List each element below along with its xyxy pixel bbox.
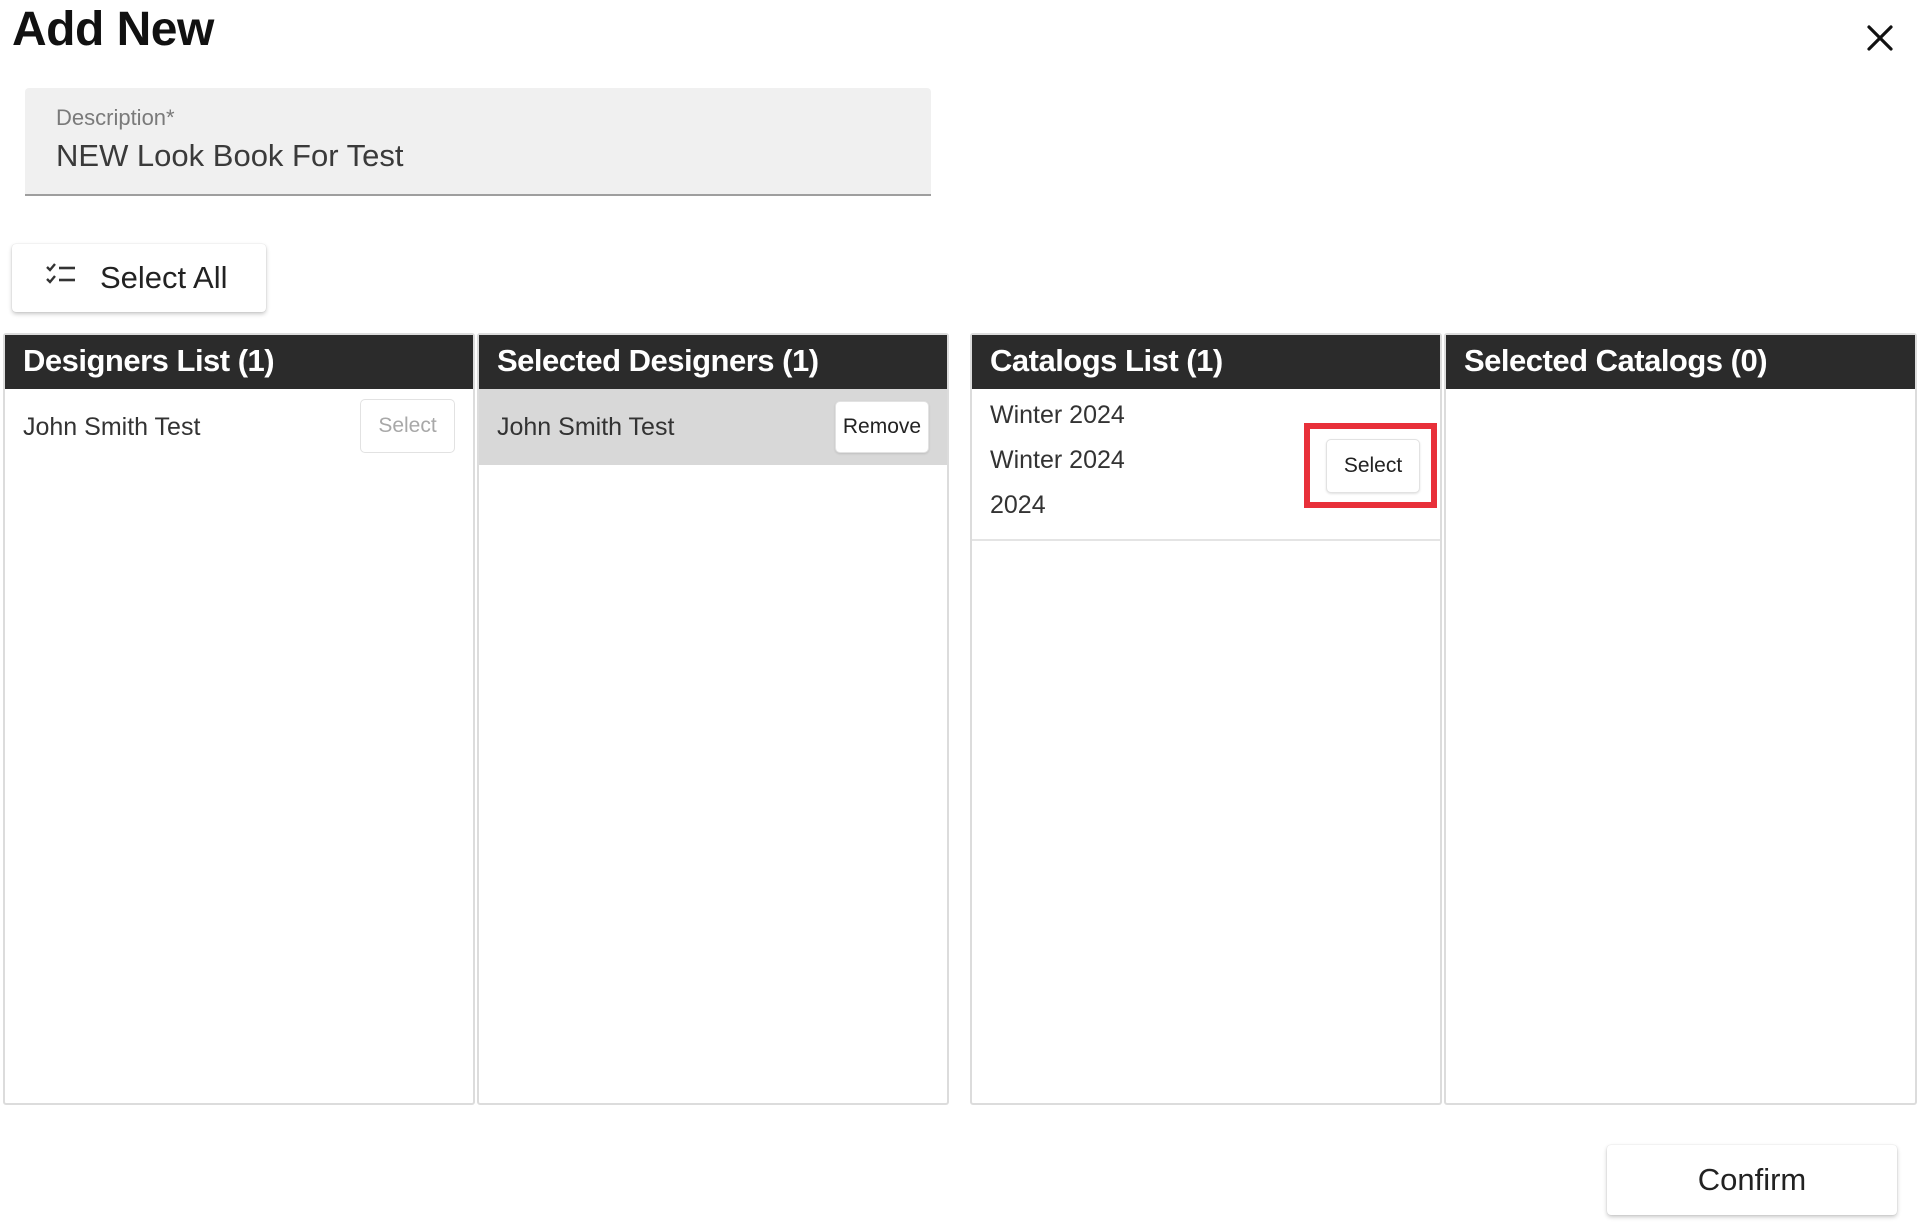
description-field[interactable]: Description* NEW Look Book For Test [25,88,931,196]
list-item: Winter 2024 Winter 2024 2024 Select [972,389,1440,541]
catalog-season-line: Winter 2024 [990,446,1125,474]
catalogs-list-panel: Catalogs List (1) Winter 2024 Winter 202… [970,333,1442,1105]
designers-list-panel: Designers List (1) John Smith Test Selec… [3,333,475,1105]
select-catalog-button[interactable]: Select [1326,439,1420,493]
selected-designer-name: John Smith Test [497,413,675,441]
list-item: John Smith Test Remove [479,389,947,465]
selected-catalogs-panel: Selected Catalogs (0) [1444,333,1917,1105]
designer-name: John Smith Test [23,413,201,441]
selected-designers-header: Selected Designers (1) [479,335,947,389]
close-button[interactable] [1858,16,1902,60]
catalog-name-line: Winter 2024 [990,401,1125,429]
designers-list-header: Designers List (1) [5,335,473,389]
selected-designers-panel: Selected Designers (1) John Smith Test R… [477,333,949,1105]
description-label: Description* [56,105,175,130]
select-designer-button[interactable]: Select [360,399,455,453]
remove-designer-button[interactable]: Remove [835,401,929,453]
list-item: John Smith Test Select [5,389,473,465]
checklist-icon [46,263,75,284]
select-all-label: Select All [100,260,228,295]
select-all-button[interactable]: Select All [12,244,266,312]
catalogs-list-header: Catalogs List (1) [972,335,1440,389]
dialog-title: Add New [12,3,214,56]
selected-catalogs-header: Selected Catalogs (0) [1446,335,1915,389]
confirm-button[interactable]: Confirm [1607,1145,1897,1215]
catalog-year-line: 2024 [990,491,1046,519]
description-input[interactable]: NEW Look Book For Test [56,138,403,174]
close-icon [1867,25,1893,51]
add-new-dialog: Add New Description* NEW Look Book For T… [0,0,1920,1222]
